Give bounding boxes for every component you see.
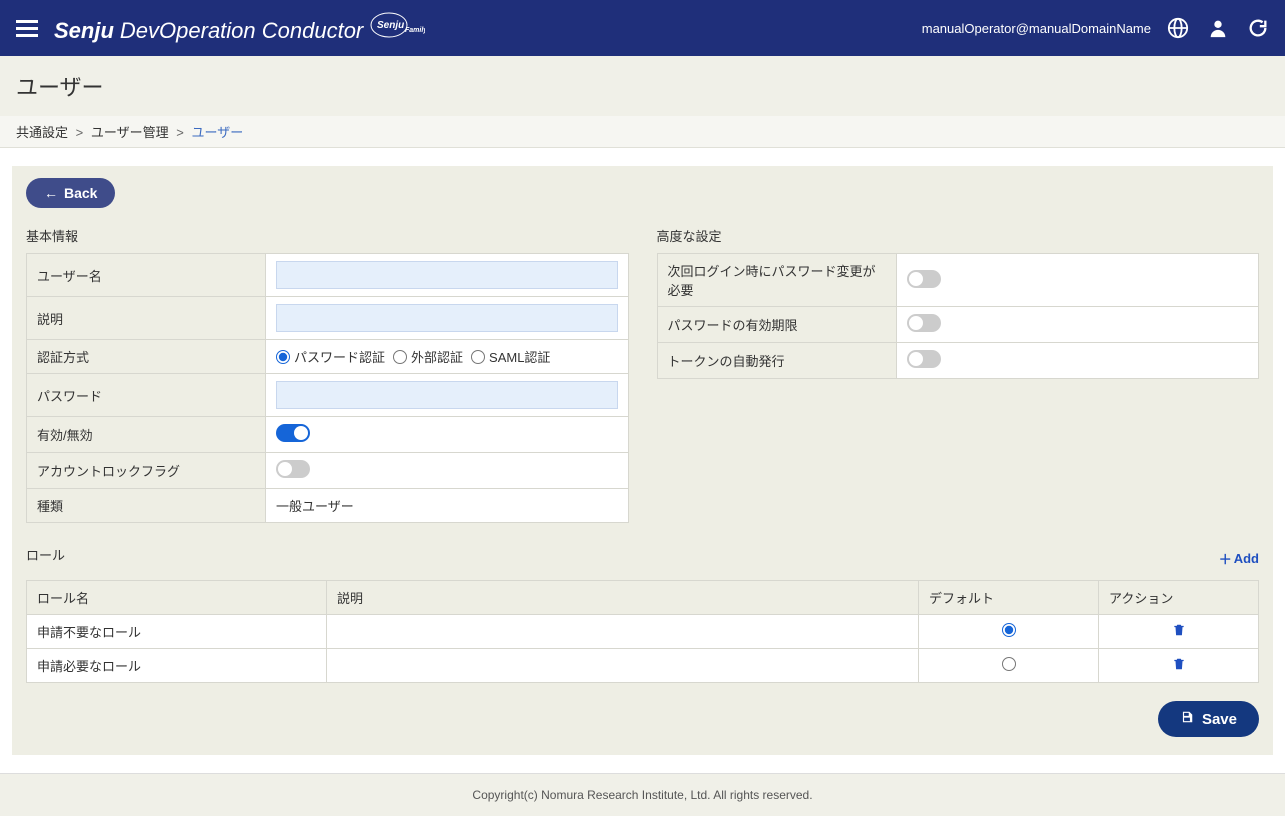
user-icon[interactable] bbox=[1207, 17, 1229, 39]
brand-sub: DevOperation Conductor bbox=[120, 18, 363, 44]
role-default-radio[interactable] bbox=[1002, 623, 1016, 637]
role-name: 申請不要なロール bbox=[27, 615, 327, 649]
pw-expiry-label: パスワードの有効期限 bbox=[657, 307, 897, 343]
enabled-label: 有効/無効 bbox=[26, 417, 266, 453]
save-button-label: Save bbox=[1202, 711, 1237, 728]
add-role-label: Add bbox=[1234, 551, 1259, 566]
footer-copyright: Copyright(c) Nomura Research Institute, … bbox=[0, 773, 1285, 816]
auth-radio-group: パスワード認証 外部認証 SAML認証 bbox=[276, 347, 618, 366]
username-input[interactable] bbox=[276, 261, 618, 289]
breadcrumb-sep: > bbox=[176, 125, 184, 140]
username-label: ユーザー名 bbox=[26, 253, 266, 297]
breadcrumb-item[interactable]: ユーザー管理 bbox=[91, 125, 169, 140]
description-input[interactable] bbox=[276, 304, 618, 332]
breadcrumb-item[interactable]: 共通設定 bbox=[16, 125, 68, 140]
main-panel: ← Back 基本情報 ユーザー名 説明 認証方式 bbox=[12, 166, 1273, 755]
auth-label: 認証方式 bbox=[26, 340, 266, 374]
advanced-form-table: 次回ログイン時にパスワード変更が必要 パスワードの有効期限 トークンの自動発行 bbox=[657, 253, 1260, 379]
svg-text:Family: Family bbox=[405, 27, 425, 34]
trash-icon[interactable] bbox=[1172, 659, 1186, 674]
pw-expiry-toggle[interactable] bbox=[907, 314, 941, 332]
password-input[interactable] bbox=[276, 381, 618, 409]
page-title: ユーザー bbox=[0, 56, 1285, 116]
refresh-icon[interactable] bbox=[1247, 17, 1269, 39]
password-label: パスワード bbox=[26, 374, 266, 417]
auth-radio-password[interactable]: パスワード認証 bbox=[276, 347, 385, 366]
header-icons bbox=[1167, 17, 1269, 39]
table-row: 申請必要なロール bbox=[27, 649, 1259, 683]
breadcrumb-sep: > bbox=[76, 125, 84, 140]
back-button[interactable]: ← Back bbox=[26, 178, 115, 208]
svg-text:Senju: Senju bbox=[377, 20, 404, 31]
brand-main: Senju bbox=[54, 18, 114, 44]
table-row: 申請不要なロール bbox=[27, 615, 1259, 649]
save-button[interactable]: Save bbox=[1158, 701, 1259, 737]
current-user: manualOperator@manualDomainName bbox=[922, 21, 1151, 36]
roles-section-title: ロール bbox=[26, 545, 65, 564]
description-label: 説明 bbox=[26, 297, 266, 340]
trash-icon[interactable] bbox=[1172, 625, 1186, 640]
advanced-section-title: 高度な設定 bbox=[657, 226, 1260, 245]
basic-form-table: ユーザー名 説明 認証方式 パスワード認証 外部認証 SAM bbox=[26, 253, 629, 523]
brand-logo: Senju DevOperation Conductor SenjuFamily bbox=[54, 12, 425, 44]
kind-label: 種類 bbox=[26, 489, 266, 523]
arrow-left-icon: ← bbox=[44, 185, 58, 201]
kind-value: 一般ユーザー bbox=[266, 489, 629, 523]
app-header: Senju DevOperation Conductor SenjuFamily… bbox=[0, 0, 1285, 56]
back-button-label: Back bbox=[64, 185, 97, 201]
roles-col-action: アクション bbox=[1099, 581, 1259, 615]
plus-icon: ＋ bbox=[1219, 549, 1232, 568]
roles-col-default: デフォルト bbox=[919, 581, 1099, 615]
role-desc bbox=[327, 615, 919, 649]
role-default-radio[interactable] bbox=[1002, 657, 1016, 671]
lock-label: アカウントロックフラグ bbox=[26, 453, 266, 489]
breadcrumb: 共通設定 > ユーザー管理 > ユーザー bbox=[0, 116, 1285, 148]
lock-toggle[interactable] bbox=[276, 460, 310, 478]
role-desc bbox=[327, 649, 919, 683]
auth-radio-saml-input[interactable] bbox=[471, 350, 485, 364]
auth-radio-password-input[interactable] bbox=[276, 350, 290, 364]
next-login-pw-label: 次回ログイン時にパスワード変更が必要 bbox=[657, 253, 897, 307]
role-name: 申請必要なロール bbox=[27, 649, 327, 683]
next-login-pw-toggle[interactable] bbox=[907, 270, 941, 288]
auth-radio-saml[interactable]: SAML認証 bbox=[471, 347, 550, 366]
roles-table: ロール名 説明 デフォルト アクション 申請不要なロール 申請必要なロール bbox=[26, 580, 1259, 683]
add-role-button[interactable]: ＋Add bbox=[1219, 549, 1259, 568]
hamburger-icon[interactable] bbox=[16, 16, 38, 41]
brand-tag-logo: SenjuFamily bbox=[369, 12, 425, 38]
roles-section: ロール ＋Add ロール名 説明 デフォルト アクション 申請不要なロール bbox=[26, 545, 1259, 683]
token-auto-label: トークンの自動発行 bbox=[657, 343, 897, 379]
save-icon bbox=[1180, 710, 1194, 728]
breadcrumb-current: ユーザー bbox=[191, 125, 243, 140]
basic-section-title: 基本情報 bbox=[26, 226, 629, 245]
enabled-toggle[interactable] bbox=[276, 424, 310, 442]
auth-radio-external[interactable]: 外部認証 bbox=[393, 347, 463, 366]
token-auto-toggle[interactable] bbox=[907, 350, 941, 368]
auth-radio-external-input[interactable] bbox=[393, 350, 407, 364]
roles-col-desc: 説明 bbox=[327, 581, 919, 615]
globe-icon[interactable] bbox=[1167, 17, 1189, 39]
roles-col-name: ロール名 bbox=[27, 581, 327, 615]
